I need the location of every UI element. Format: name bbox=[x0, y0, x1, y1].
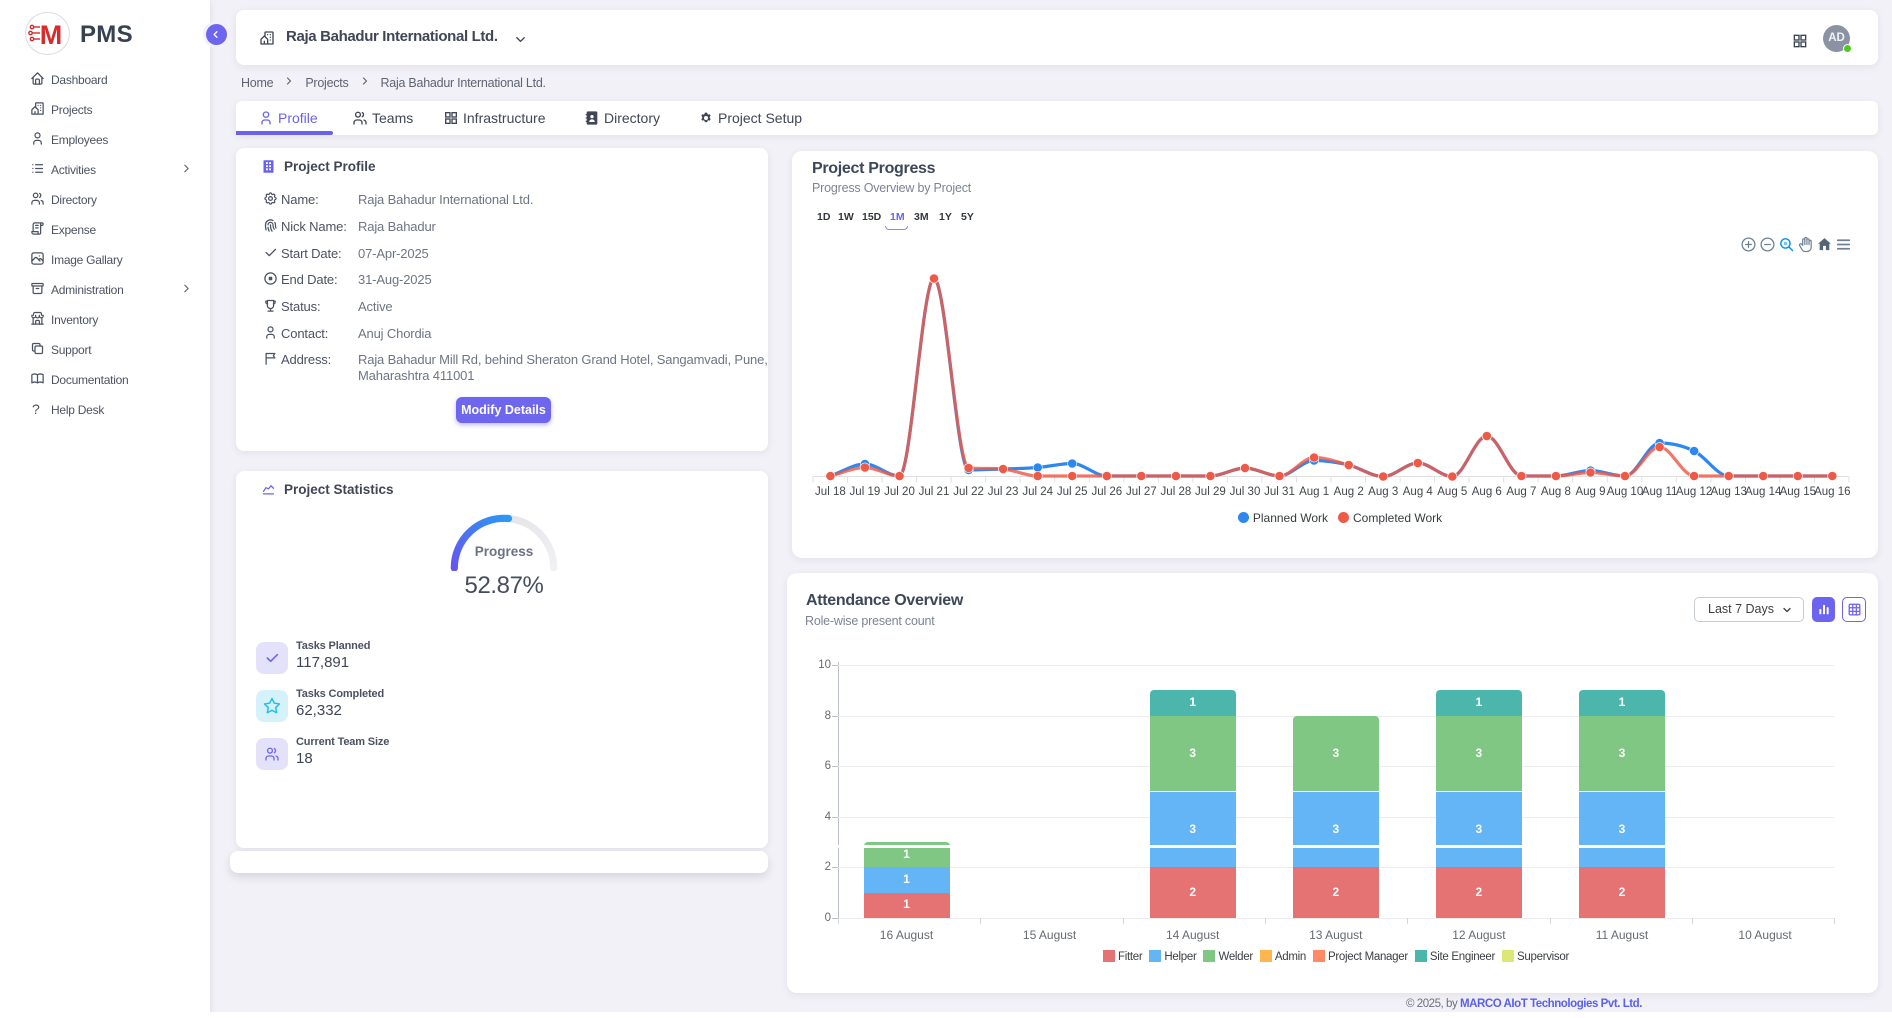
svg-text:Aug 4: Aug 4 bbox=[1403, 486, 1434, 498]
svg-text:Aug 9: Aug 9 bbox=[1575, 486, 1605, 498]
svg-text:Aug 2: Aug 2 bbox=[1334, 486, 1364, 498]
svg-text:Jul 27: Jul 27 bbox=[1126, 486, 1157, 498]
svg-text:Aug 10: Aug 10 bbox=[1607, 486, 1643, 498]
svg-text:Aug 14: Aug 14 bbox=[1745, 486, 1782, 498]
svg-text:Aug 6: Aug 6 bbox=[1472, 486, 1502, 498]
svg-text:Jul 21: Jul 21 bbox=[919, 486, 950, 498]
svg-text:Aug 12: Aug 12 bbox=[1676, 486, 1712, 498]
svg-text:Aug 15: Aug 15 bbox=[1780, 486, 1816, 498]
svg-text:Jul 28: Jul 28 bbox=[1161, 486, 1192, 498]
svg-text:Aug 8: Aug 8 bbox=[1541, 486, 1571, 498]
svg-text:Jul 26: Jul 26 bbox=[1091, 486, 1122, 498]
svg-text:Aug 13: Aug 13 bbox=[1710, 486, 1746, 498]
svg-text:Aug 16: Aug 16 bbox=[1814, 486, 1850, 498]
svg-text:M: M bbox=[40, 20, 63, 50]
svg-text:Jul 22: Jul 22 bbox=[953, 486, 984, 498]
svg-text:Aug 1: Aug 1 bbox=[1299, 486, 1329, 498]
svg-text:Aug 11: Aug 11 bbox=[1642, 486, 1678, 498]
svg-text:Jul 18: Jul 18 bbox=[815, 486, 846, 498]
svg-text:Jul 23: Jul 23 bbox=[988, 486, 1019, 498]
svg-text:Jul 20: Jul 20 bbox=[884, 486, 915, 498]
svg-text:Aug 5: Aug 5 bbox=[1437, 486, 1467, 498]
svg-text:Jul 30: Jul 30 bbox=[1230, 486, 1261, 498]
svg-text:Jul 25: Jul 25 bbox=[1057, 486, 1088, 498]
svg-text:Jul 24: Jul 24 bbox=[1022, 486, 1053, 498]
svg-text:Jul 19: Jul 19 bbox=[850, 486, 881, 498]
svg-text:Jul 31: Jul 31 bbox=[1264, 486, 1295, 498]
svg-text:Jul 29: Jul 29 bbox=[1195, 486, 1226, 498]
svg-text:Aug 7: Aug 7 bbox=[1506, 486, 1536, 498]
svg-text:Aug 3: Aug 3 bbox=[1368, 486, 1398, 498]
